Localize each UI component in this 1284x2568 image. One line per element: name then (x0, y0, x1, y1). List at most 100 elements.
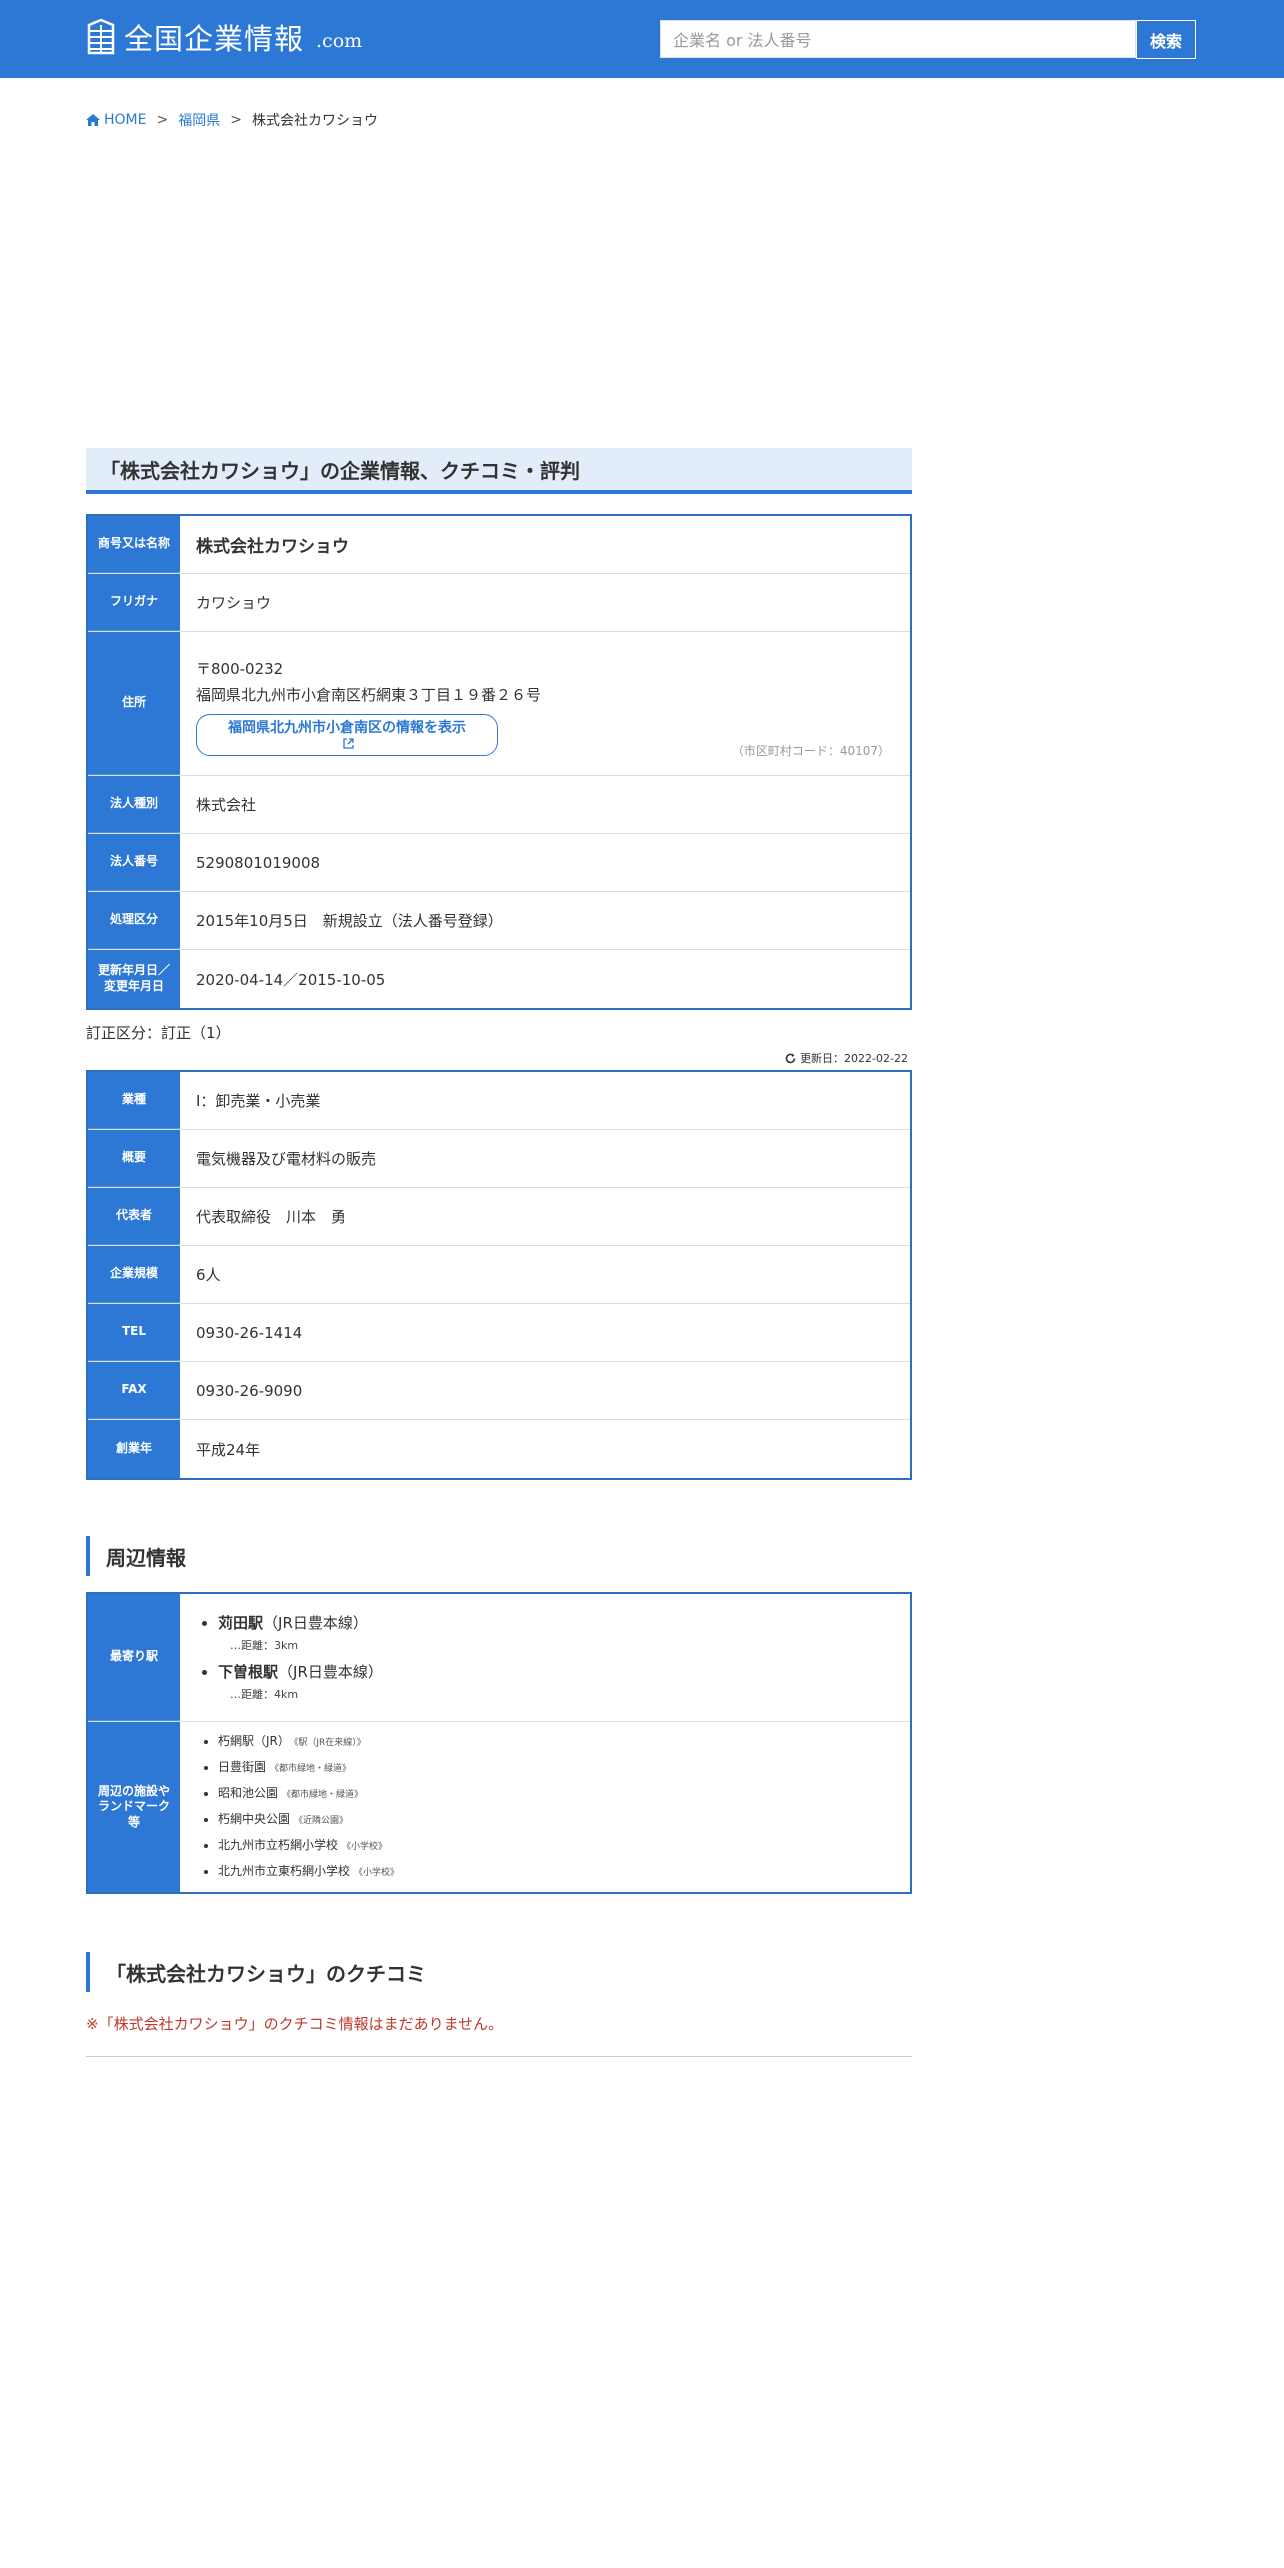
station-name: 苅田駅 (218, 1613, 264, 1632)
address-value: 〒800-0232 福岡県北九州市小倉南区朽網東３丁目１９番２６号 福岡県北九州… (180, 632, 910, 775)
table-row: 商号又は名称 株式会社カワショウ (88, 516, 910, 574)
station-distance: …距離：4km (230, 1687, 299, 1701)
address-text: 福岡県北九州市小倉南区朽網東３丁目１９番２６号 (196, 685, 542, 704)
station-list-cell: 苅田駅（JR日豊本線） …距離：3km 下曽根駅（JR日豊本線） …距離：4km (180, 1594, 910, 1721)
basic-info-table: 商号又は名称 株式会社カワショウ フリガナ カワショウ 住所 〒800-0232… (86, 514, 912, 1010)
breadcrumb: HOME > 福岡県 > 株式会社カワショウ (86, 110, 378, 130)
refresh-icon (785, 1053, 796, 1063)
list-item: 北九州市立朽網小学校《小学校》 (218, 1833, 399, 1859)
city-code: （市区町村コード：40107） (731, 744, 890, 758)
landmark-name: 朽網駅（JR） (218, 1734, 290, 1748)
process-label: 処理区分 (88, 892, 180, 949)
founded-label: 創業年 (88, 1420, 180, 1478)
building-icon (87, 19, 115, 55)
table-row: 代表者 代表取締役 川本 勇 (88, 1188, 910, 1246)
fax-label: FAX (88, 1362, 180, 1419)
landmark-list-cell: 朽網駅（JR）《駅（JR在来線）》 日豊街園《都市緑地・緑道》 昭和池公園《都市… (180, 1722, 910, 1892)
table-row: 概要 電気機器及び電材料の販売 (88, 1130, 910, 1188)
landmark-label-line1: 周辺の施設や (97, 1783, 170, 1798)
area-info-link-label: 福岡県北九州市小倉南区の情報を表示 (228, 719, 466, 736)
date-label: 更新年月日／ 変更年月日 (88, 950, 180, 1008)
site-header: 全国企業情報 .com 企業名 or 法人番号 検索 (0, 0, 1284, 78)
search-input[interactable]: 企業名 or 法人番号 (660, 20, 1136, 58)
landmark-type: 《小学校》 (342, 1842, 388, 1852)
list-item: 苅田駅（JR日豊本線） …距離：3km (218, 1612, 383, 1653)
logo-suffix: .com (316, 30, 363, 52)
divider (86, 2056, 912, 2057)
breadcrumb-prefecture[interactable]: 福岡県 (178, 110, 220, 130)
station-distance: …距離：3km (230, 1638, 299, 1652)
number-value: 5290801019008 (196, 853, 321, 872)
table-row: フリガナ カワショウ (88, 574, 910, 632)
type-value: 株式会社 (196, 796, 257, 814)
process-value: 2015年10月5日 新規設立（法人番号登録） (196, 912, 503, 930)
number-label: 法人番号 (88, 834, 180, 891)
table-row: 更新年月日／ 変更年月日 2020-04-14／2015-10-05 (88, 950, 910, 1008)
breadcrumb-home[interactable]: HOME (86, 112, 146, 128)
landmark-name: 北九州市立東朽網小学校 (218, 1864, 351, 1878)
external-link-icon (343, 737, 354, 749)
kana-label: フリガナ (88, 574, 180, 631)
table-row: 法人番号 5290801019008 (88, 834, 910, 892)
date-label-line2: 変更年月日 (103, 979, 164, 993)
address-label: 住所 (88, 632, 180, 775)
correction-status: 訂正区分：訂正（1） (86, 1024, 231, 1042)
industry-value: I：卸売業・小売業 (196, 1092, 321, 1110)
breadcrumb-separator: > (156, 112, 169, 128)
list-item: 朽網駅（JR）《駅（JR在来線）》 (218, 1729, 399, 1755)
table-row: 周辺の施設や ランドマーク 等 朽網駅（JR）《駅（JR在来線）》 日豊街園《都… (88, 1722, 910, 1892)
breadcrumb-home-label: HOME (104, 112, 147, 128)
no-review-message: ※「株式会社カワショウ」のクチコミ情報はまだありません。 (86, 2015, 504, 2033)
date-label-line1: 更新年月日／ (97, 963, 170, 978)
logo-text: 全国企業情報 (124, 22, 305, 56)
updated-date: 更新日：2022-02-22 (785, 1050, 908, 1066)
landmark-type: 《都市緑地・緑道》 (282, 1790, 364, 1800)
tel-value[interactable]: 0930-26-1414 (180, 1304, 910, 1361)
station-name: 下曽根駅 (218, 1662, 279, 1681)
name-value: 株式会社カワショウ (196, 537, 349, 557)
station-label: 最寄り駅 (88, 1594, 180, 1721)
station-line: （JR日豊本線） (263, 1613, 368, 1632)
home-icon (86, 114, 100, 126)
nearby-table: 最寄り駅 苅田駅（JR日豊本線） …距離：3km 下曽根駅（JR日豊本線） …距… (86, 1592, 912, 1894)
list-item: 日豊街園《都市緑地・緑道》 (218, 1755, 399, 1781)
nearby-heading: 周辺情報 (86, 1536, 912, 1576)
founded-value: 平成24年 (196, 1440, 261, 1459)
area-info-link[interactable]: 福岡県北九州市小倉南区の情報を表示 (196, 713, 498, 756)
page-title: 「株式会社カワショウ」の企業情報、クチコミ・評判 (86, 448, 912, 494)
updated-date-label: 更新日：2022-02-22 (800, 1052, 908, 1065)
search-button[interactable]: 検索 (1136, 20, 1196, 59)
site-logo[interactable]: 全国企業情報 .com (86, 16, 362, 58)
table-row: TEL 0930-26-1414 (88, 1304, 910, 1362)
list-item: 昭和池公園《都市緑地・緑道》 (218, 1781, 399, 1807)
landmark-name: 日豊街園 (218, 1760, 267, 1774)
summary-label: 概要 (88, 1130, 180, 1187)
tel-label: TEL (88, 1304, 180, 1361)
list-item: 北九州市立東朽網小学校《小学校》 (218, 1859, 399, 1885)
station-list: 苅田駅（JR日豊本線） …距離：3km 下曽根駅（JR日豊本線） …距離：4km (196, 1612, 383, 1710)
list-item: 下曽根駅（JR日豊本線） …距離：4km (218, 1661, 383, 1702)
scale-label: 企業規模 (88, 1246, 180, 1303)
kana-value: カワショウ (196, 594, 272, 612)
breadcrumb-current: 株式会社カワショウ (251, 113, 378, 129)
landmark-name: 昭和池公園 (218, 1786, 279, 1800)
table-row: 企業規模 6人 (88, 1246, 910, 1304)
table-row: 住所 〒800-0232 福岡県北九州市小倉南区朽網東３丁目１９番２６号 福岡県… (88, 632, 910, 776)
landmark-label-line2: ランドマーク (97, 1799, 170, 1814)
landmark-name: 朽網中央公園 (218, 1812, 291, 1826)
postal-code: 〒800-0232 (196, 659, 284, 678)
landmark-name: 北九州市立朽網小学校 (218, 1838, 339, 1852)
type-label: 法人種別 (88, 776, 180, 833)
breadcrumb-separator: > (230, 112, 242, 128)
landmark-label: 周辺の施設や ランドマーク 等 (88, 1722, 180, 1892)
list-item: 朽網中央公園《近隣公園》 (218, 1807, 399, 1833)
table-row: 創業年 平成24年 (88, 1420, 910, 1478)
summary-value: 電気機器及び電材料の販売 (196, 1150, 377, 1168)
representative-value: 代表取締役 川本 勇 (196, 1208, 347, 1226)
name-label: 商号又は名称 (88, 516, 180, 573)
detail-info-table: 業種 I：卸売業・小売業 概要 電気機器及び電材料の販売 代表者 代表取締役 川… (86, 1070, 912, 1480)
landmark-list: 朽網駅（JR）《駅（JR在来線）》 日豊街園《都市緑地・緑道》 昭和池公園《都市… (196, 1729, 399, 1885)
industry-label: 業種 (88, 1072, 180, 1129)
landmark-label-line3: 等 (127, 1814, 140, 1829)
table-row: 最寄り駅 苅田駅（JR日豊本線） …距離：3km 下曽根駅（JR日豊本線） …距… (88, 1594, 910, 1722)
